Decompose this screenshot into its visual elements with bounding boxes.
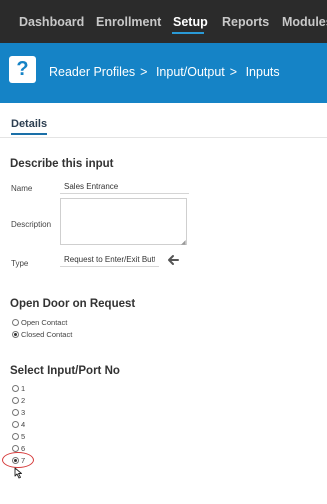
radio-label: 3 xyxy=(21,408,26,417)
radio-label: 4 xyxy=(21,420,26,429)
question-icon: ? xyxy=(9,56,36,83)
radio-button[interactable] xyxy=(12,397,19,404)
nav-modules[interactable]: Modules xyxy=(282,15,327,29)
breadcrumb-separator: > xyxy=(229,65,238,79)
nav-reports[interactable]: Reports xyxy=(222,15,269,29)
breadcrumb: Reader Profiles > Input/Output > Inputs xyxy=(49,65,285,79)
nav-setup[interactable]: Setup xyxy=(173,15,208,29)
port-section-title: Select Input/Port No xyxy=(10,365,120,377)
breadcrumb-inputs: Inputs xyxy=(245,65,280,79)
radio-button[interactable] xyxy=(12,433,19,440)
radio-port-5[interactable]: 5 xyxy=(12,432,25,441)
radio-label: 5 xyxy=(21,432,26,441)
radio-closed-contact[interactable]: Closed Contact xyxy=(12,330,72,339)
selection-highlight xyxy=(2,452,34,468)
radio-label: Open Contact xyxy=(21,318,68,327)
radio-open-contact[interactable]: Open Contact xyxy=(12,318,67,327)
arrow-left-icon[interactable] xyxy=(167,254,179,266)
radio-port-2[interactable]: 2 xyxy=(12,396,25,405)
radio-button[interactable] xyxy=(12,319,19,326)
radio-port-3[interactable]: 3 xyxy=(12,408,25,417)
radio-label: Closed Contact xyxy=(21,330,73,339)
page-header: ? Reader Profiles > Input/Output > Inputs xyxy=(0,43,327,103)
name-label: Name xyxy=(11,184,33,193)
breadcrumb-separator: > xyxy=(140,65,148,79)
radio-button[interactable] xyxy=(12,409,19,416)
description-label: Description xyxy=(11,220,52,229)
open-door-section-title: Open Door on Request xyxy=(10,298,136,310)
radio-button[interactable] xyxy=(12,331,19,338)
resize-grip-icon[interactable]: ◢ xyxy=(181,239,186,246)
radio-button[interactable] xyxy=(12,421,19,428)
radio-label: 2 xyxy=(21,396,26,405)
radio-button[interactable] xyxy=(12,445,19,452)
nav-active-indicator xyxy=(172,32,204,34)
type-field[interactable] xyxy=(60,253,159,267)
hand-cursor-icon xyxy=(14,467,22,479)
radio-label: 1 xyxy=(21,384,26,393)
top-nav: Dashboard Enrollment Setup Reports Modul… xyxy=(0,0,327,43)
tab-divider xyxy=(0,137,327,138)
radio-port-1[interactable]: 1 xyxy=(12,384,25,393)
tab-details[interactable]: Details xyxy=(11,118,48,135)
radio-button[interactable] xyxy=(12,385,19,392)
radio-port-4[interactable]: 4 xyxy=(12,420,25,429)
nav-dashboard[interactable]: Dashboard xyxy=(19,15,84,29)
nav-enrollment[interactable]: Enrollment xyxy=(96,15,161,29)
name-field[interactable] xyxy=(60,180,189,194)
description-field[interactable] xyxy=(60,198,187,245)
describe-section-title: Describe this input xyxy=(10,158,114,170)
type-label: Type xyxy=(11,259,29,268)
breadcrumb-reader-profiles[interactable]: Reader Profiles xyxy=(49,65,135,79)
breadcrumb-input-output[interactable]: Input/Output xyxy=(156,65,225,79)
